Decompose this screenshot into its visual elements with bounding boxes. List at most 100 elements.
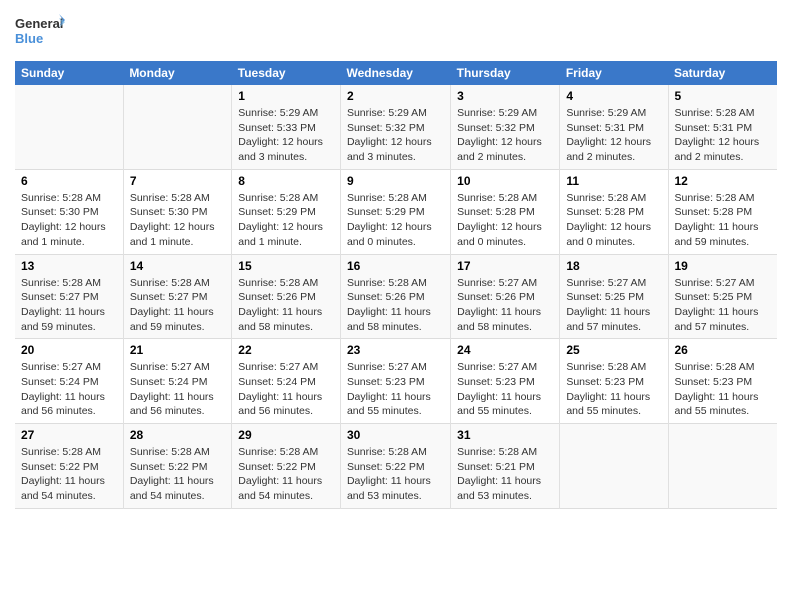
day-number: 5 bbox=[675, 89, 772, 103]
calendar-cell: 29 Sunrise: 5:28 AM Sunset: 5:22 PM Dayli… bbox=[232, 424, 341, 509]
day-number: 28 bbox=[130, 428, 225, 442]
logo-svg: General Blue bbox=[15, 10, 65, 55]
calendar-cell: 9 Sunrise: 5:28 AM Sunset: 5:29 PM Daylig… bbox=[340, 169, 450, 254]
svg-text:General: General bbox=[15, 16, 63, 31]
calendar-cell: 4 Sunrise: 5:29 AM Sunset: 5:31 PM Daylig… bbox=[560, 85, 668, 169]
day-number: 19 bbox=[675, 259, 772, 273]
header-day-friday: Friday bbox=[560, 61, 668, 85]
calendar-table: SundayMondayTuesdayWednesdayThursdayFrid… bbox=[15, 61, 777, 509]
day-content: Sunrise: 5:28 AM Sunset: 5:23 PM Dayligh… bbox=[566, 360, 661, 419]
day-content: Sunrise: 5:28 AM Sunset: 5:27 PM Dayligh… bbox=[130, 276, 225, 335]
day-content: Sunrise: 5:28 AM Sunset: 5:22 PM Dayligh… bbox=[238, 445, 334, 504]
header-day-tuesday: Tuesday bbox=[232, 61, 341, 85]
day-content: Sunrise: 5:28 AM Sunset: 5:29 PM Dayligh… bbox=[347, 191, 444, 250]
calendar-week-row: 1Sunrise: 5:29 AM Sunset: 5:33 PM Daylig… bbox=[15, 85, 777, 169]
calendar-cell: 10 Sunrise: 5:28 AM Sunset: 5:28 PM Dayli… bbox=[451, 169, 560, 254]
calendar-cell: 16 Sunrise: 5:28 AM Sunset: 5:26 PM Dayli… bbox=[340, 254, 450, 339]
page-header: General Blue bbox=[15, 10, 777, 55]
day-number: 1 bbox=[238, 89, 334, 103]
day-content: Sunrise: 5:27 AM Sunset: 5:26 PM Dayligh… bbox=[457, 276, 553, 335]
day-content: Sunrise: 5:28 AM Sunset: 5:28 PM Dayligh… bbox=[457, 191, 553, 250]
day-content: Sunrise: 5:28 AM Sunset: 5:22 PM Dayligh… bbox=[21, 445, 117, 504]
day-number: 2 bbox=[347, 89, 444, 103]
calendar-cell: 14 Sunrise: 5:28 AM Sunset: 5:27 PM Dayli… bbox=[123, 254, 231, 339]
day-number: 26 bbox=[675, 343, 772, 357]
calendar-cell: 19 Sunrise: 5:27 AM Sunset: 5:25 PM Dayli… bbox=[668, 254, 777, 339]
day-content: Sunrise: 5:28 AM Sunset: 5:27 PM Dayligh… bbox=[21, 276, 117, 335]
calendar-cell: 26 Sunrise: 5:28 AM Sunset: 5:23 PM Dayli… bbox=[668, 339, 777, 424]
calendar-cell: 6 Sunrise: 5:28 AM Sunset: 5:30 PM Daylig… bbox=[15, 169, 123, 254]
day-number: 3 bbox=[457, 89, 553, 103]
day-number: 31 bbox=[457, 428, 553, 442]
calendar-cell: 31 Sunrise: 5:28 AM Sunset: 5:21 PM Dayli… bbox=[451, 424, 560, 509]
day-content: Sunrise: 5:29 AM Sunset: 5:32 PM Dayligh… bbox=[457, 106, 553, 165]
calendar-cell: 24 Sunrise: 5:27 AM Sunset: 5:23 PM Dayli… bbox=[451, 339, 560, 424]
day-content: Sunrise: 5:28 AM Sunset: 5:26 PM Dayligh… bbox=[238, 276, 334, 335]
calendar-cell: 28 Sunrise: 5:28 AM Sunset: 5:22 PM Dayli… bbox=[123, 424, 231, 509]
day-content: Sunrise: 5:28 AM Sunset: 5:21 PM Dayligh… bbox=[457, 445, 553, 504]
calendar-cell: 20 Sunrise: 5:27 AM Sunset: 5:24 PM Dayli… bbox=[15, 339, 123, 424]
day-content: Sunrise: 5:28 AM Sunset: 5:23 PM Dayligh… bbox=[675, 360, 772, 419]
day-number: 14 bbox=[130, 259, 225, 273]
day-number: 6 bbox=[21, 174, 117, 188]
day-content: Sunrise: 5:28 AM Sunset: 5:30 PM Dayligh… bbox=[21, 191, 117, 250]
day-number: 21 bbox=[130, 343, 225, 357]
day-content: Sunrise: 5:28 AM Sunset: 5:31 PM Dayligh… bbox=[675, 106, 772, 165]
day-number: 10 bbox=[457, 174, 553, 188]
calendar-cell bbox=[123, 85, 231, 169]
day-number: 4 bbox=[566, 89, 661, 103]
calendar-cell: 27 Sunrise: 5:28 AM Sunset: 5:22 PM Dayli… bbox=[15, 424, 123, 509]
day-content: Sunrise: 5:27 AM Sunset: 5:25 PM Dayligh… bbox=[566, 276, 661, 335]
day-number: 20 bbox=[21, 343, 117, 357]
calendar-week-row: 27 Sunrise: 5:28 AM Sunset: 5:22 PM Dayli… bbox=[15, 424, 777, 509]
calendar-cell: 2Sunrise: 5:29 AM Sunset: 5:32 PM Daylig… bbox=[340, 85, 450, 169]
calendar-cell: 11 Sunrise: 5:28 AM Sunset: 5:28 PM Dayli… bbox=[560, 169, 668, 254]
day-number: 9 bbox=[347, 174, 444, 188]
day-content: Sunrise: 5:28 AM Sunset: 5:22 PM Dayligh… bbox=[347, 445, 444, 504]
calendar-cell: 5 Sunrise: 5:28 AM Sunset: 5:31 PM Daylig… bbox=[668, 85, 777, 169]
calendar-cell: 18Sunrise: 5:27 AM Sunset: 5:25 PM Dayli… bbox=[560, 254, 668, 339]
day-content: Sunrise: 5:28 AM Sunset: 5:28 PM Dayligh… bbox=[566, 191, 661, 250]
calendar-cell: 22Sunrise: 5:27 AM Sunset: 5:24 PM Dayli… bbox=[232, 339, 341, 424]
day-number: 12 bbox=[675, 174, 772, 188]
day-number: 11 bbox=[566, 174, 661, 188]
day-content: Sunrise: 5:27 AM Sunset: 5:24 PM Dayligh… bbox=[21, 360, 117, 419]
logo: General Blue bbox=[15, 10, 65, 55]
header-day-saturday: Saturday bbox=[668, 61, 777, 85]
day-number: 24 bbox=[457, 343, 553, 357]
calendar-cell: 3 Sunrise: 5:29 AM Sunset: 5:32 PM Daylig… bbox=[451, 85, 560, 169]
day-content: Sunrise: 5:28 AM Sunset: 5:22 PM Dayligh… bbox=[130, 445, 225, 504]
day-content: Sunrise: 5:28 AM Sunset: 5:30 PM Dayligh… bbox=[130, 191, 225, 250]
calendar-cell bbox=[15, 85, 123, 169]
day-content: Sunrise: 5:28 AM Sunset: 5:29 PM Dayligh… bbox=[238, 191, 334, 250]
day-content: Sunrise: 5:27 AM Sunset: 5:25 PM Dayligh… bbox=[675, 276, 772, 335]
calendar-week-row: 6 Sunrise: 5:28 AM Sunset: 5:30 PM Daylig… bbox=[15, 169, 777, 254]
calendar-cell bbox=[560, 424, 668, 509]
calendar-cell: 1Sunrise: 5:29 AM Sunset: 5:33 PM Daylig… bbox=[232, 85, 341, 169]
day-content: Sunrise: 5:28 AM Sunset: 5:26 PM Dayligh… bbox=[347, 276, 444, 335]
calendar-cell: 23Sunrise: 5:27 AM Sunset: 5:23 PM Dayli… bbox=[340, 339, 450, 424]
calendar-week-row: 13Sunrise: 5:28 AM Sunset: 5:27 PM Dayli… bbox=[15, 254, 777, 339]
header-day-monday: Monday bbox=[123, 61, 231, 85]
calendar-cell: 7Sunrise: 5:28 AM Sunset: 5:30 PM Daylig… bbox=[123, 169, 231, 254]
calendar-cell: 13Sunrise: 5:28 AM Sunset: 5:27 PM Dayli… bbox=[15, 254, 123, 339]
day-number: 8 bbox=[238, 174, 334, 188]
header-day-wednesday: Wednesday bbox=[340, 61, 450, 85]
day-number: 29 bbox=[238, 428, 334, 442]
calendar-cell: 25 Sunrise: 5:28 AM Sunset: 5:23 PM Dayli… bbox=[560, 339, 668, 424]
calendar-cell: 15Sunrise: 5:28 AM Sunset: 5:26 PM Dayli… bbox=[232, 254, 341, 339]
calendar-cell: 17 Sunrise: 5:27 AM Sunset: 5:26 PM Dayli… bbox=[451, 254, 560, 339]
day-content: Sunrise: 5:29 AM Sunset: 5:31 PM Dayligh… bbox=[566, 106, 661, 165]
header-day-sunday: Sunday bbox=[15, 61, 123, 85]
header-day-thursday: Thursday bbox=[451, 61, 560, 85]
calendar-cell: 8 Sunrise: 5:28 AM Sunset: 5:29 PM Daylig… bbox=[232, 169, 341, 254]
calendar-header-row: SundayMondayTuesdayWednesdayThursdayFrid… bbox=[15, 61, 777, 85]
calendar-cell: 12Sunrise: 5:28 AM Sunset: 5:28 PM Dayli… bbox=[668, 169, 777, 254]
day-number: 17 bbox=[457, 259, 553, 273]
day-number: 30 bbox=[347, 428, 444, 442]
day-number: 16 bbox=[347, 259, 444, 273]
day-content: Sunrise: 5:27 AM Sunset: 5:24 PM Dayligh… bbox=[238, 360, 334, 419]
day-number: 25 bbox=[566, 343, 661, 357]
day-content: Sunrise: 5:27 AM Sunset: 5:23 PM Dayligh… bbox=[457, 360, 553, 419]
day-number: 27 bbox=[21, 428, 117, 442]
